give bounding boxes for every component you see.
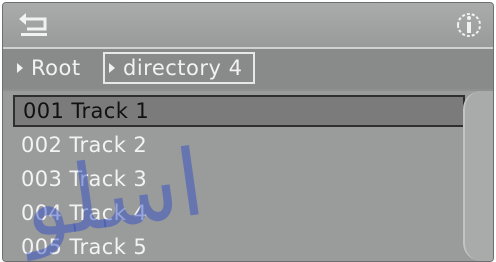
top-bar [3, 3, 493, 49]
media-browser-screen: Root directory 4 001 Track 1 002 Track 2… [2, 2, 494, 262]
breadcrumb-current-directory[interactable]: directory 4 [103, 52, 255, 84]
info-icon [457, 13, 481, 37]
breadcrumb-current-label: directory 4 [123, 56, 243, 80]
back-arrow-icon [19, 13, 47, 36]
track-label: 003 Track 3 [21, 167, 148, 191]
breadcrumb-root-label: Root [31, 56, 81, 80]
track-row-1[interactable]: 001 Track 1 [13, 95, 465, 127]
triangle-right-icon [17, 63, 23, 73]
breadcrumb-root[interactable]: Root [13, 54, 97, 82]
breadcrumb: Root directory 4 [3, 49, 493, 89]
info-button[interactable] [453, 9, 485, 41]
track-label: 001 Track 1 [23, 99, 150, 123]
track-label: 005 Track 5 [21, 235, 148, 259]
triangle-right-icon [109, 63, 115, 73]
scrollbar[interactable] [463, 91, 493, 261]
track-row-5[interactable]: 005 Track 5 [13, 231, 465, 261]
track-row-2[interactable]: 002 Track 2 [13, 129, 465, 161]
back-button[interactable] [17, 11, 53, 39]
track-label: 004 Track 4 [21, 201, 148, 225]
track-list: 001 Track 1 002 Track 2 003 Track 3 004 … [3, 91, 493, 261]
track-row-4[interactable]: 004 Track 4 [13, 197, 465, 229]
track-label: 002 Track 2 [21, 133, 148, 157]
track-row-3[interactable]: 003 Track 3 [13, 163, 465, 195]
